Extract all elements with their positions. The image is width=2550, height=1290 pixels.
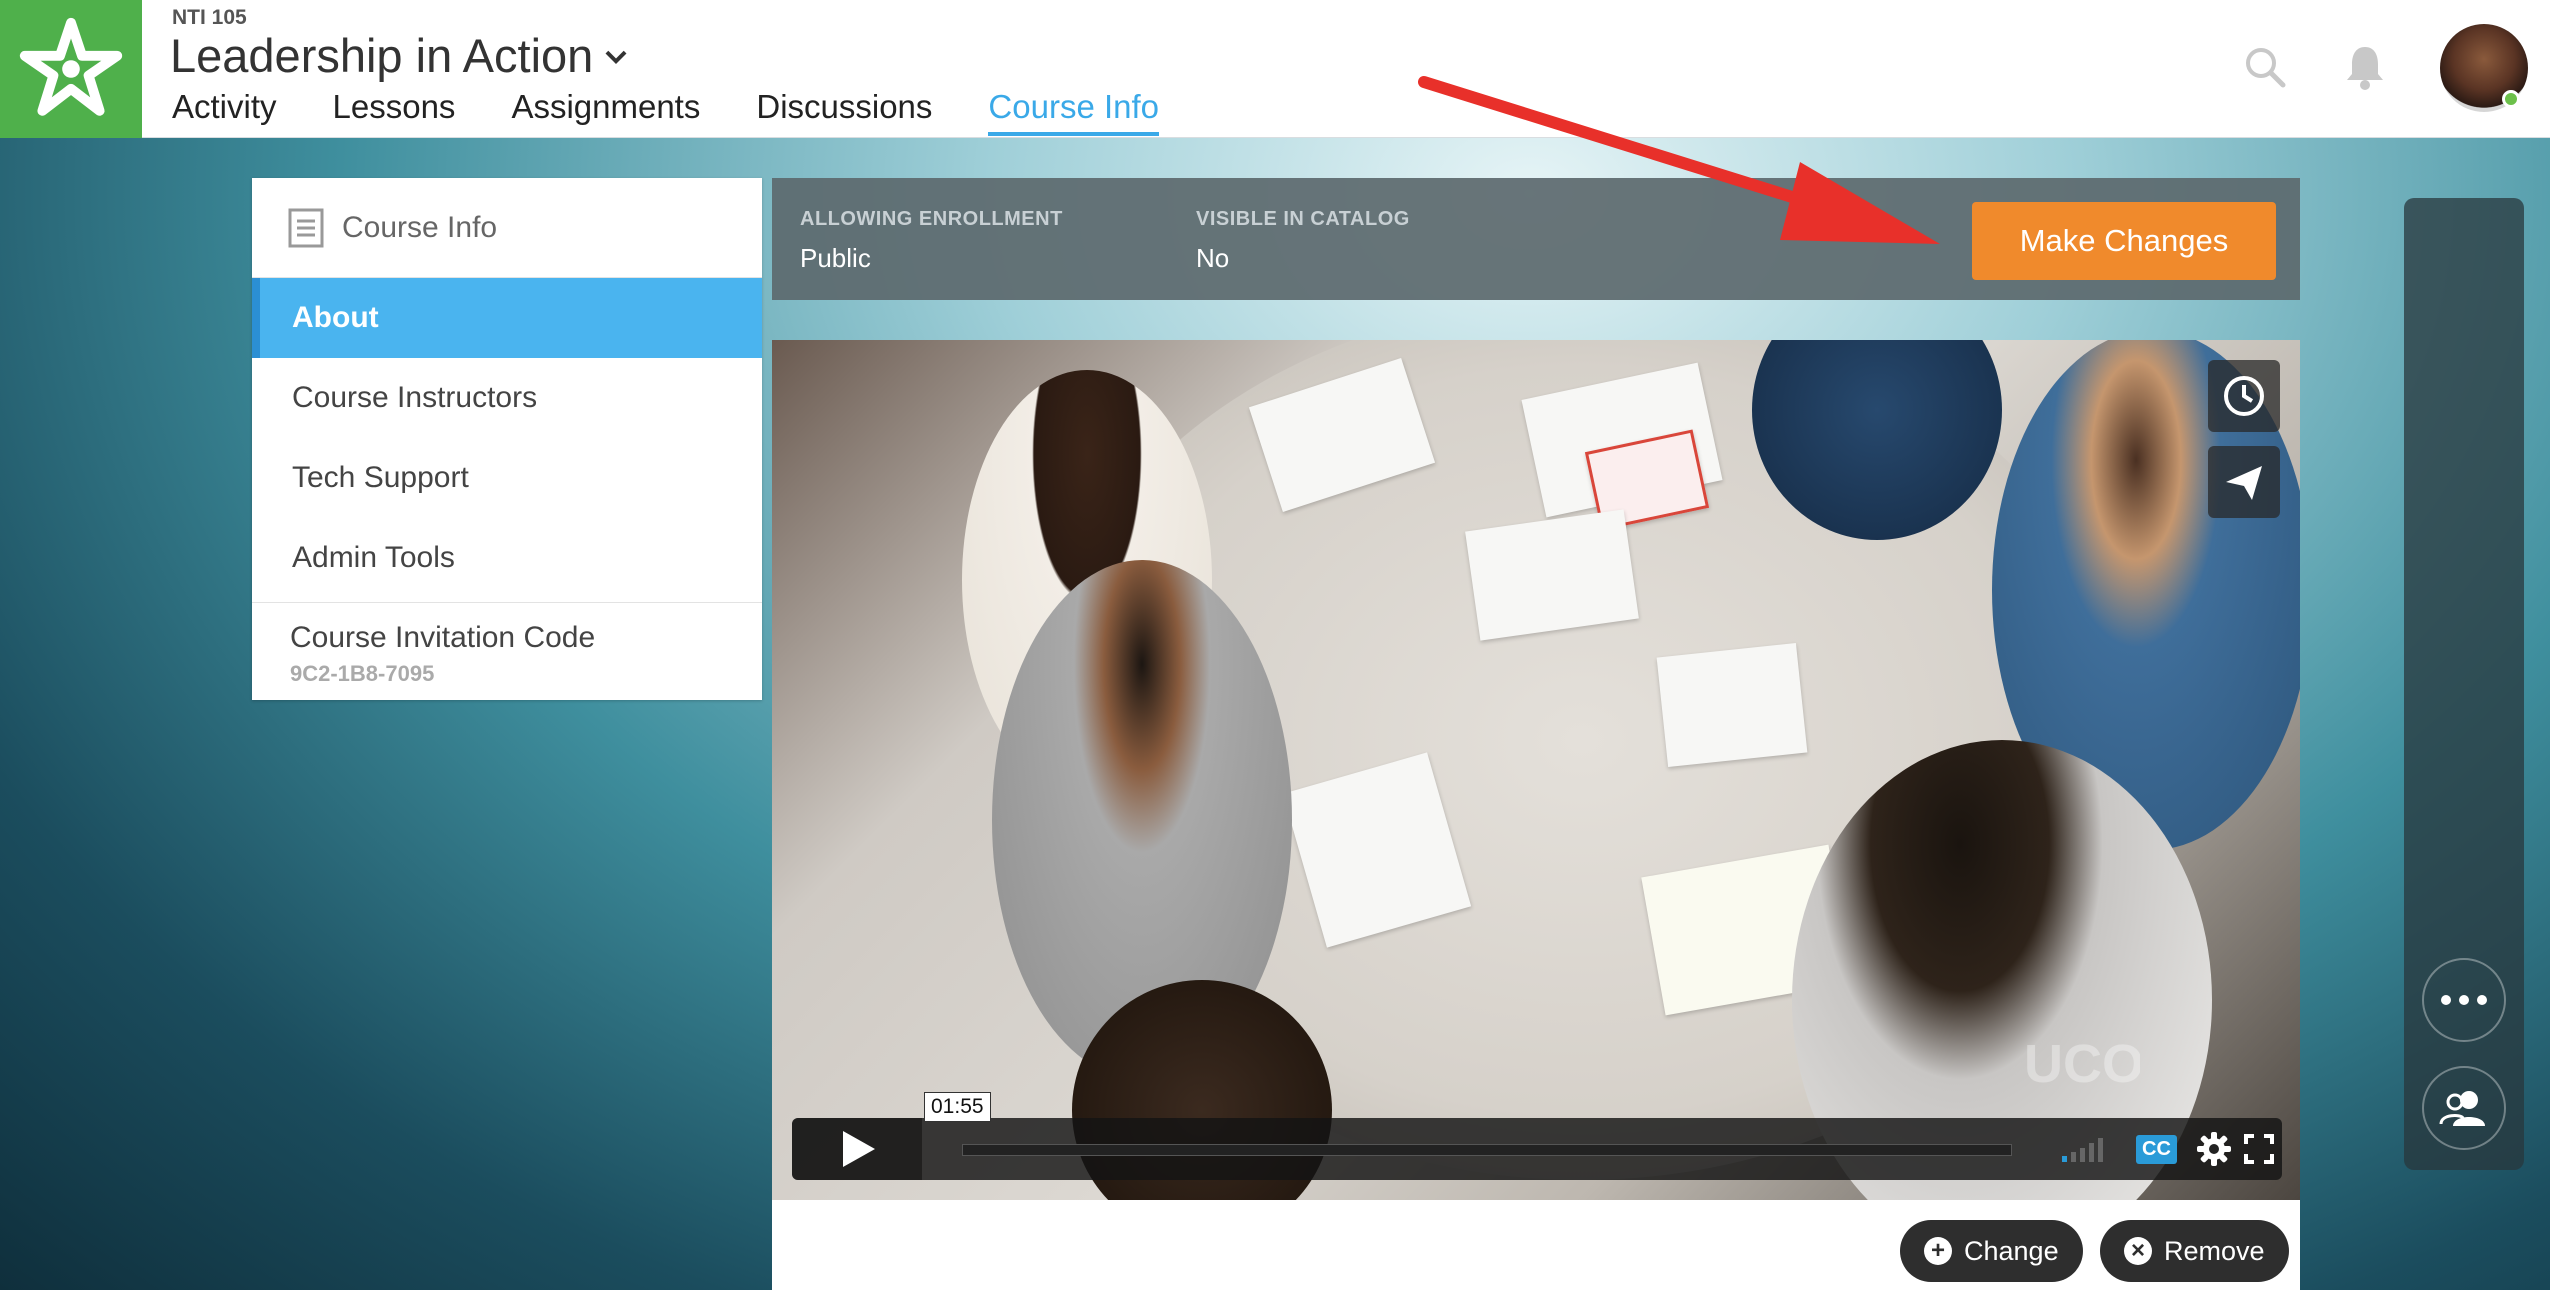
fullscreen-icon <box>2244 1134 2274 1164</box>
more-options-button[interactable] <box>2422 958 2506 1042</box>
video-frame-paper <box>1465 509 1639 641</box>
catalog-visibility-setting: VISIBLE IN CATALOG No <box>1196 208 1410 274</box>
gear-icon <box>2197 1132 2231 1166</box>
course-title-dropdown[interactable]: Leadership in Action <box>170 28 629 83</box>
plus-circle-icon: + <box>1924 1237 1952 1265</box>
course-code: NTI 105 <box>172 6 247 29</box>
bell-icon[interactable] <box>2340 42 2390 92</box>
watermark-logo: UCO <box>2024 1034 2140 1094</box>
document-icon <box>288 208 324 247</box>
sidebar-header: Course Info <box>252 178 762 278</box>
settings-button[interactable] <box>2196 1130 2232 1168</box>
video-controls: 01:55 CC <box>792 1092 2282 1180</box>
people-icon <box>2439 1091 2485 1126</box>
course-title: Leadership in Action <box>170 29 594 82</box>
video-clock-button[interactable] <box>2208 360 2280 432</box>
enrollment-label: ALLOWING ENROLLMENT <box>800 208 1063 230</box>
catalog-label: VISIBLE IN CATALOG <box>1196 208 1410 230</box>
tab-course-info[interactable]: Course Info <box>988 88 1160 136</box>
video-frame-paper <box>1656 642 1808 768</box>
course-info-sidebar: Course Info About Course Instructors Tec… <box>252 178 762 700</box>
tab-assignments[interactable]: Assignments <box>511 88 700 136</box>
close-circle-icon: × <box>2124 1237 2152 1265</box>
top-bar: NTI 105 Leadership in Action Activity Le… <box>0 0 2550 138</box>
enrollment-setting: ALLOWING ENROLLMENT Public <box>800 208 1063 274</box>
right-rail <box>2404 198 2524 1170</box>
sidebar-item-course-instructors[interactable]: Course Instructors <box>252 358 762 438</box>
remove-label: Remove <box>2164 1235 2265 1266</box>
sidebar-title: Course Info <box>342 210 498 244</box>
course-tabs: Activity Lessons Assignments Discussions… <box>172 88 1160 136</box>
volume-control[interactable] <box>2060 1130 2110 1168</box>
sidebar-item-tech-support[interactable]: Tech Support <box>252 438 762 518</box>
change-label: Change <box>1964 1235 2059 1266</box>
play-icon <box>843 1131 875 1167</box>
course-invitation-code: Course Invitation Code 9C2-1B8-7095 <box>252 602 762 687</box>
tab-activity[interactable]: Activity <box>172 88 277 136</box>
asterisk-logo-icon <box>19 17 123 116</box>
video-share-button[interactable] <box>2208 446 2280 518</box>
volume-bars-icon <box>2062 1138 2103 1162</box>
tab-lessons[interactable]: Lessons <box>333 88 456 136</box>
ellipsis-icon <box>2441 995 2487 1005</box>
catalog-value: No <box>1196 243 1230 273</box>
sidebar-item-about[interactable]: About <box>252 278 762 358</box>
send-icon <box>2226 466 2262 500</box>
chevron-down-icon <box>605 50 627 64</box>
make-changes-button[interactable]: Make Changes <box>1972 202 2276 280</box>
fullscreen-button[interactable] <box>2244 1130 2274 1168</box>
invite-code-value: 9C2-1B8-7095 <box>290 661 435 686</box>
captions-button[interactable]: CC <box>2136 1130 2177 1168</box>
change-media-button[interactable]: + Change <box>1900 1220 2083 1282</box>
clock-icon <box>2224 376 2264 416</box>
enrollment-value: Public <box>800 243 871 273</box>
play-button[interactable] <box>792 1118 922 1180</box>
sidebar-item-admin-tools[interactable]: Admin Tools <box>252 518 762 598</box>
tab-discussions[interactable]: Discussions <box>756 88 932 136</box>
course-video-player[interactable]: UCO 01:55 CC <box>772 340 2300 1200</box>
invite-code-label: Course Invitation Code <box>290 621 596 654</box>
cc-icon: CC <box>2136 1134 2177 1164</box>
watermark-text: UCO <box>2024 1034 2140 1094</box>
seek-time-tooltip: 01:55 <box>924 1092 991 1122</box>
people-button[interactable] <box>2422 1066 2506 1150</box>
seek-bar[interactable] <box>962 1144 2012 1156</box>
search-icon[interactable] <box>2240 42 2290 92</box>
remove-media-button[interactable]: × Remove <box>2100 1220 2289 1282</box>
annotation-arrow-icon <box>1418 76 1940 244</box>
online-status-dot <box>2502 90 2520 108</box>
app-logo[interactable] <box>0 0 142 138</box>
